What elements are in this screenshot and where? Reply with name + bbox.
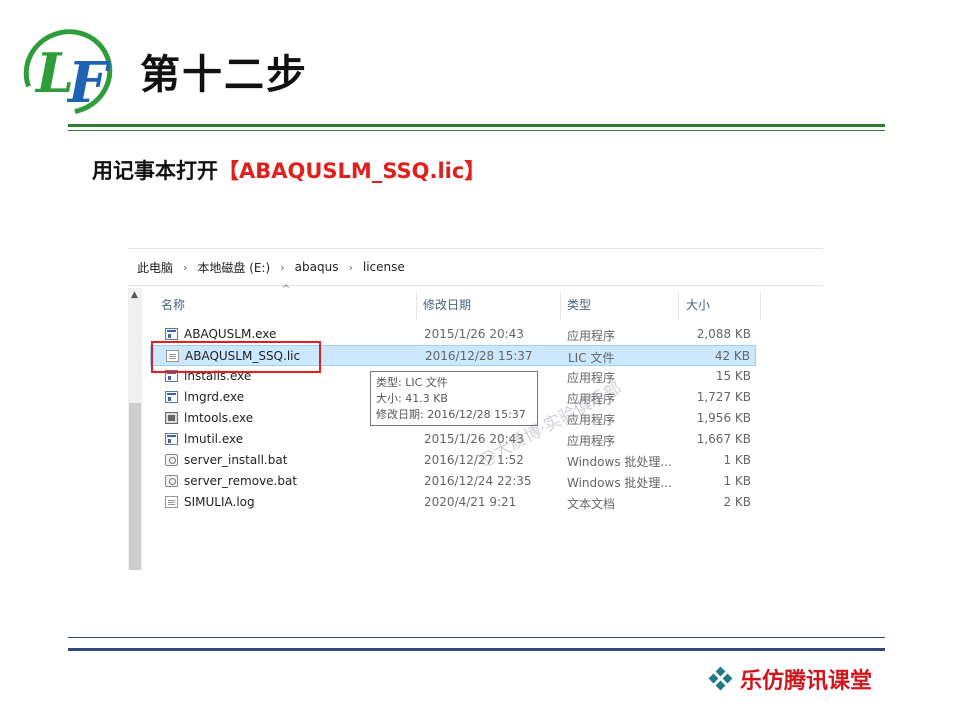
file-row[interactable]: server_install.bat 2016/12/27 1:52 Windows… [150, 450, 756, 471]
tool-icon [165, 412, 178, 424]
column-divider[interactable] [760, 292, 761, 320]
column-divider[interactable] [416, 292, 417, 320]
column-header-name[interactable]: 名称 [161, 292, 185, 318]
file-size: 2 KB [723, 495, 751, 509]
file-date: 2020/4/21 9:21 [424, 495, 517, 509]
file-type: Windows 批处理... [567, 455, 672, 469]
column-header-date[interactable]: 修改日期 [423, 292, 471, 318]
file-type: 文本文档 [567, 497, 616, 511]
breadcrumb-license[interactable]: license [363, 260, 405, 274]
scrollbar-thumb[interactable] [129, 403, 141, 570]
column-divider[interactable] [678, 292, 679, 320]
footer-brand-text: 乐仿腾讯课堂 [740, 668, 873, 694]
exe-icon [165, 328, 178, 340]
file-row[interactable]: SIMULIA.log 2020/4/21 9:21 文本文档 2 KB [150, 492, 756, 513]
breadcrumb-abaqus[interactable]: abaqus [295, 260, 339, 274]
column-header-size[interactable]: 大小 [686, 292, 710, 318]
top-rule-thick [68, 124, 885, 127]
file-row[interactable]: server_remove.bat 2016/12/24 22:35 Windows… [150, 471, 756, 492]
exe-icon [165, 433, 178, 445]
step-title: 第十二步 [140, 52, 308, 98]
diamond-cluster-icon [708, 666, 733, 691]
vertical-scrollbar[interactable]: ▲ [128, 288, 142, 570]
file-size: 42 KB [714, 349, 750, 363]
footer-brand: 乐仿腾讯课堂 [708, 663, 873, 695]
file-type: 应用程序 [567, 434, 616, 448]
file-type: LIC 文件 [568, 351, 615, 365]
file-size: 1,956 KB [696, 411, 751, 425]
file-size: 15 KB [715, 369, 751, 383]
file-name: lmgrd.exe [184, 390, 245, 404]
tooltip-modified: 修改日期: 2016/12/28 15:37 [376, 408, 526, 421]
chevron-right-icon: › [280, 260, 285, 274]
lf-logo: L F [22, 22, 122, 118]
exe-icon [165, 391, 178, 403]
text-file-icon [165, 496, 178, 508]
file-date: 2015/1/26 20:43 [424, 327, 524, 341]
chevron-right-icon: › [183, 260, 188, 274]
file-date: 2016/12/24 22:35 [424, 474, 532, 488]
file-size: 2,088 KB [696, 327, 751, 341]
file-size: 1,667 KB [696, 432, 751, 446]
bottom-rule-thick [68, 648, 885, 651]
scroll-up-arrow-icon[interactable]: ▲ [131, 290, 138, 300]
bottom-rule-thin [68, 637, 885, 638]
instruction-filename: 【ABAQUSLM_SSQ.lic】 [218, 159, 486, 183]
column-header-type[interactable]: 类型 [567, 292, 591, 318]
instruction-prefix: 用记事本打开 [92, 159, 218, 183]
top-rule-thin [68, 130, 885, 131]
instruction-text: 用记事本打开【ABAQUSLM_SSQ.lic】 [92, 155, 485, 185]
file-name: lmutil.exe [184, 432, 244, 446]
file-row[interactable]: lmutil.exe 2015/1/26 20:43 应用程序 1,667 KB [150, 429, 756, 450]
tooltip-type: 类型: LIC 文件 [376, 376, 448, 389]
file-size: 1 KB [723, 453, 751, 467]
column-divider[interactable] [560, 292, 561, 320]
file-info-tooltip: 类型: LIC 文件 大小: 41.3 KB 修改日期: 2016/12/28 … [370, 371, 538, 426]
file-name: SIMULIA.log [184, 495, 255, 509]
sort-ascending-icon: ^ [282, 284, 291, 295]
file-type: Windows 批处理... [567, 476, 672, 490]
breadcrumb-this-pc[interactable]: 此电脑 [137, 259, 173, 276]
file-name: lmtools.exe [184, 411, 254, 425]
batch-file-icon [165, 475, 178, 487]
file-type: 应用程序 [567, 329, 616, 343]
chevron-right-icon: › [348, 260, 353, 274]
file-name: ABAQUSLM.exe [184, 327, 277, 341]
address-bar[interactable]: 此电脑 › 本地磁盘 (E:) › abaqus › license [128, 248, 823, 286]
file-name: server_install.bat [184, 453, 288, 467]
file-size: 1,727 KB [696, 390, 751, 404]
tooltip-size: 大小: 41.3 KB [376, 392, 448, 405]
breadcrumb-local-disk[interactable]: 本地磁盘 (E:) [197, 259, 270, 276]
red-highlight-box [151, 341, 321, 373]
file-size: 1 KB [723, 474, 751, 488]
logo-letter-f: F [66, 50, 112, 116]
file-name: server_remove.bat [184, 474, 298, 488]
file-date: 2016/12/28 15:37 [425, 349, 533, 363]
batch-file-icon [165, 454, 178, 466]
